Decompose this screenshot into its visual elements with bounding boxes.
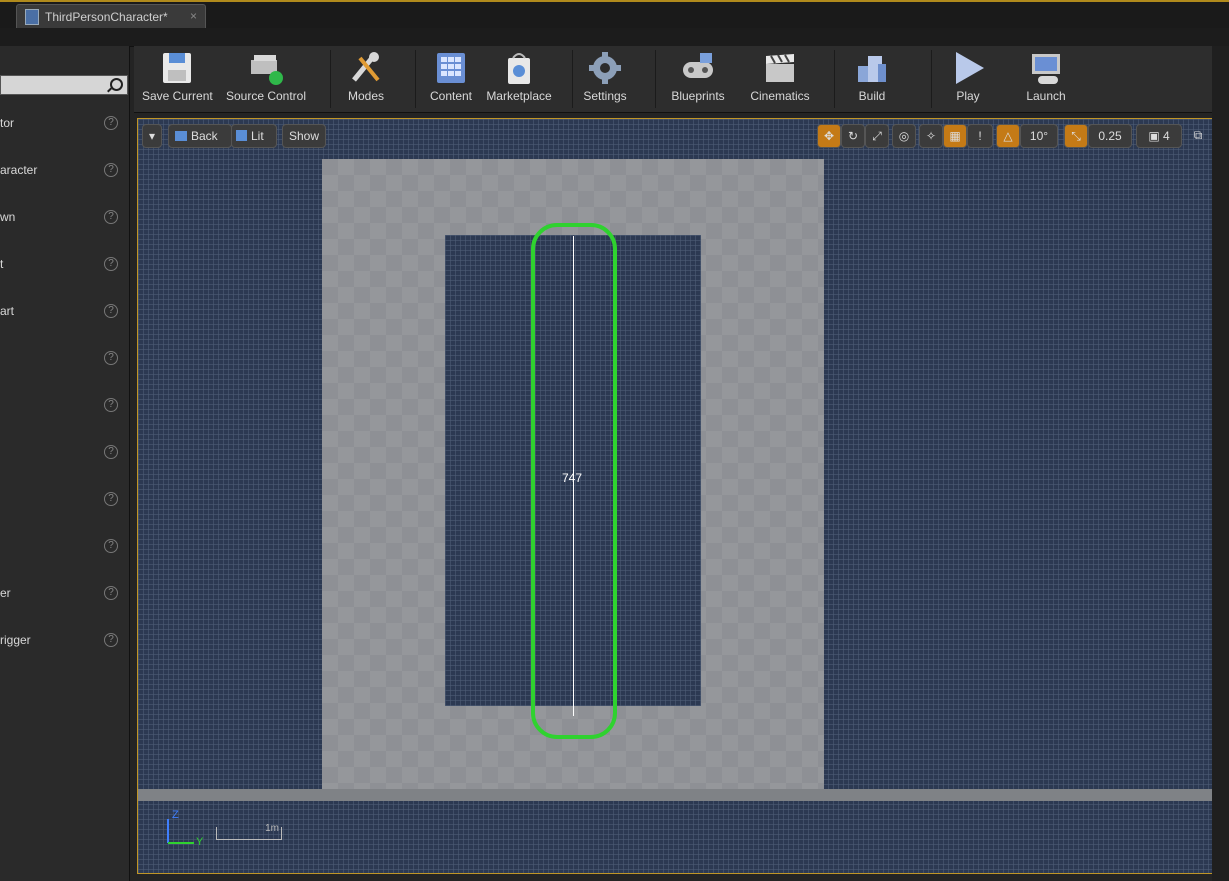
- build-blocks-icon: [854, 50, 890, 86]
- marketplace-button[interactable]: Marketplace: [484, 50, 554, 110]
- help-icon[interactable]: ?: [104, 445, 118, 459]
- right-panel-edge: [1212, 46, 1229, 881]
- build-button[interactable]: Build: [848, 50, 896, 110]
- measure-value: 747: [562, 471, 583, 485]
- search-icon[interactable]: [110, 78, 123, 91]
- lit-cube-icon: [236, 130, 247, 141]
- list-item[interactable]: ?: [0, 396, 126, 416]
- list-item[interactable]: ?: [0, 443, 126, 463]
- maximize-viewport-icon[interactable]: ⧉: [1188, 124, 1208, 146]
- list-item[interactable]: er?: [0, 584, 126, 604]
- divider: [572, 50, 573, 108]
- divider: [834, 50, 835, 108]
- document-tab-strip: [0, 28, 1229, 47]
- list-item[interactable]: aracter?: [0, 161, 126, 181]
- gamepad-icon: [680, 50, 716, 86]
- scale-icon[interactable]: ⤢: [865, 124, 889, 148]
- main-toolbar: Save Current Source Control Modes Conten…: [134, 46, 1220, 113]
- level-viewport[interactable]: 747 ▾ Back Lit Show ✥ ↻ ⤢ ◎ ✧ ▦ ! △ 10° …: [137, 118, 1213, 874]
- list-item[interactable]: t?: [0, 255, 126, 275]
- clapperboard-icon: [762, 50, 798, 86]
- close-icon[interactable]: ×: [190, 9, 197, 23]
- list-item[interactable]: rigger?: [0, 631, 126, 651]
- modes-button[interactable]: Modes: [338, 50, 394, 110]
- divider: [931, 50, 932, 108]
- scale-bar: 1m: [216, 823, 282, 840]
- launch-monitor-icon: [1028, 50, 1064, 86]
- launch-button[interactable]: Launch: [1020, 50, 1072, 110]
- viewport-options-button[interactable]: ▾: [142, 124, 162, 148]
- help-icon[interactable]: ?: [104, 163, 118, 177]
- help-icon[interactable]: ?: [104, 586, 118, 600]
- rotate-icon[interactable]: ↻: [841, 124, 865, 148]
- list-item[interactable]: ?: [0, 349, 126, 369]
- camera-back-icon: [175, 131, 187, 141]
- grid-size-button[interactable]: !: [967, 124, 993, 148]
- gear-icon: [587, 50, 623, 86]
- back-button[interactable]: Back: [168, 124, 232, 148]
- rotation-snap-icon[interactable]: △: [996, 124, 1020, 148]
- settings-button[interactable]: Settings: [580, 50, 630, 110]
- save-current-button[interactable]: Save Current: [142, 50, 213, 110]
- help-icon[interactable]: ?: [104, 210, 118, 224]
- left-panel: tor? aracter? wn? t? art? ? ? ? ? ? er? …: [0, 46, 130, 881]
- source-control-button[interactable]: Source Control: [222, 50, 310, 110]
- divider: [655, 50, 656, 108]
- blueprint-icon: [25, 9, 39, 25]
- marketplace-bag-icon: [501, 50, 537, 86]
- scale-snap-value[interactable]: 0.25: [1088, 124, 1132, 148]
- cinematics-button[interactable]: Cinematics: [746, 50, 814, 110]
- list-item[interactable]: ?: [0, 537, 126, 557]
- floor-edge: [138, 789, 1212, 801]
- grid-snap-icon[interactable]: ▦: [943, 124, 967, 148]
- help-icon[interactable]: ?: [104, 539, 118, 553]
- divider: [330, 50, 331, 108]
- search-input[interactable]: [0, 75, 128, 95]
- scale-snap-icon[interactable]: ⤡: [1064, 124, 1088, 148]
- viewport-toolbar: ▾ Back Lit Show ✥ ↻ ⤢ ◎ ✧ ▦ ! △ 10° ⤡ 0.…: [138, 119, 1212, 149]
- play-button[interactable]: Play: [946, 50, 990, 110]
- surface-snap-icon[interactable]: ✧: [919, 124, 943, 148]
- play-icon: [950, 50, 986, 86]
- help-icon[interactable]: ?: [104, 351, 118, 365]
- axis-z-label: Z: [172, 809, 179, 821]
- tab-title: ThirdPersonCharacter*: [45, 10, 168, 24]
- help-icon[interactable]: ?: [104, 304, 118, 318]
- list-item[interactable]: wn?: [0, 208, 126, 228]
- lit-button[interactable]: Lit: [231, 124, 277, 148]
- help-icon[interactable]: ?: [104, 257, 118, 271]
- floppy-disk-icon: [159, 50, 195, 86]
- help-icon[interactable]: ?: [104, 398, 118, 412]
- tools-icon: [348, 50, 384, 86]
- camera-speed-button[interactable]: ▣ 4: [1136, 124, 1182, 148]
- scale-label: 1m: [265, 823, 279, 834]
- tab-thirdpersoncharacter[interactable]: ThirdPersonCharacter* ×: [16, 4, 206, 29]
- list-item[interactable]: tor?: [0, 114, 126, 134]
- blueprints-button[interactable]: Blueprints: [666, 50, 730, 110]
- world-icon[interactable]: ◎: [892, 124, 916, 148]
- axis-y-label: Y: [196, 836, 204, 848]
- title-bar: ThirdPersonCharacter* ×: [0, 0, 1229, 30]
- content-icon: [433, 50, 469, 86]
- list-item[interactable]: ?: [0, 490, 126, 510]
- list-item[interactable]: art?: [0, 302, 126, 322]
- source-control-icon: [248, 50, 284, 86]
- content-button[interactable]: Content: [424, 50, 478, 110]
- camera-icon: ▣: [1148, 129, 1160, 143]
- divider: [415, 50, 416, 108]
- show-button[interactable]: Show: [282, 124, 326, 148]
- help-icon[interactable]: ?: [104, 492, 118, 506]
- help-icon[interactable]: ?: [104, 116, 118, 130]
- translate-icon[interactable]: ✥: [817, 124, 841, 148]
- rotation-snap-value[interactable]: 10°: [1020, 124, 1058, 148]
- help-icon[interactable]: ?: [104, 633, 118, 647]
